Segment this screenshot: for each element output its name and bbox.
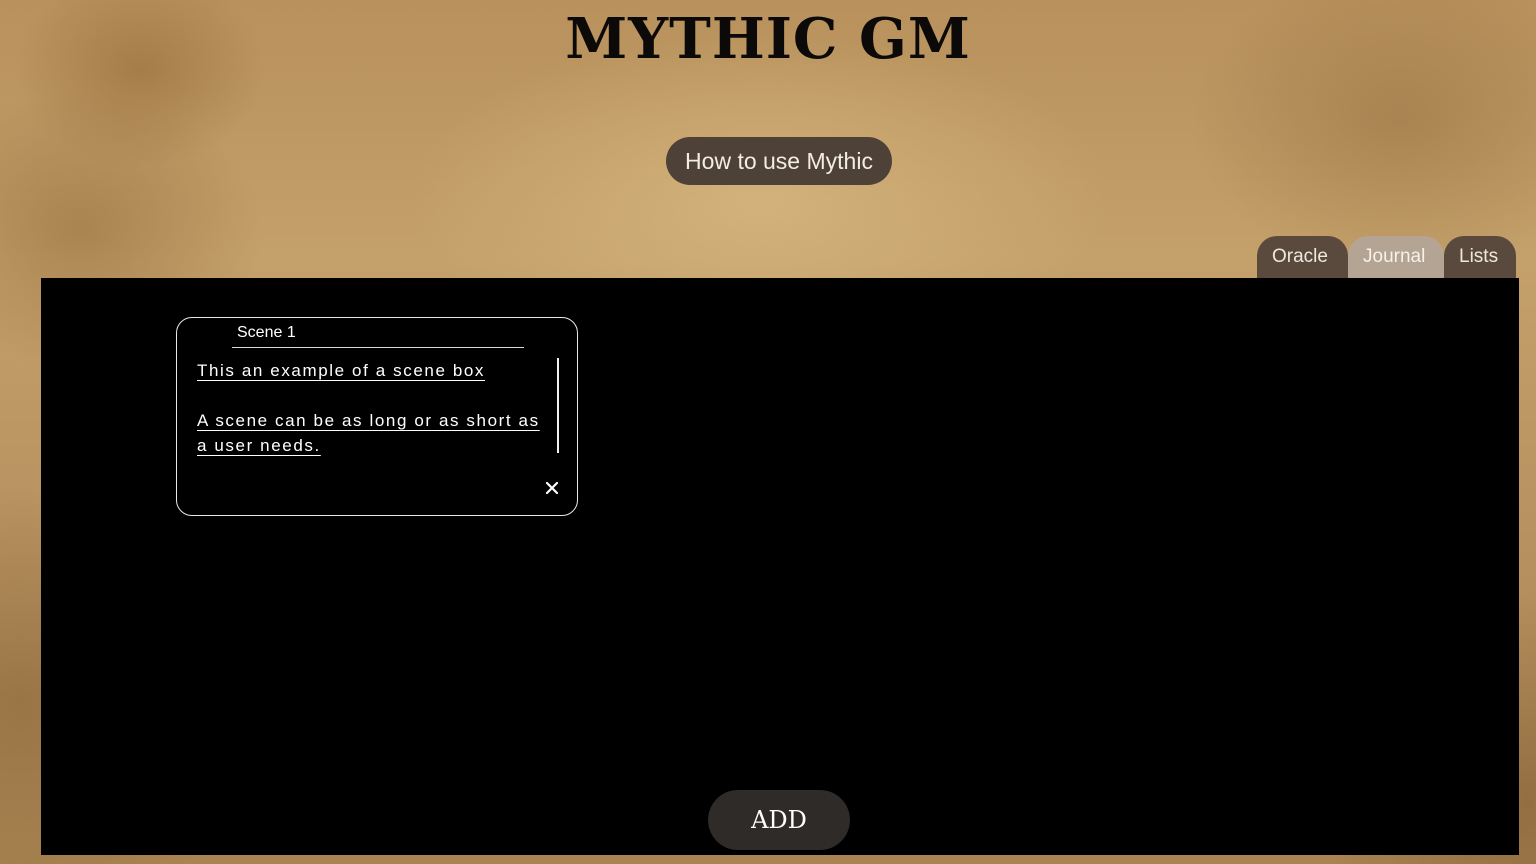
scene-scrollbar[interactable] [557, 358, 559, 453]
scene-paragraph: A scene can be as long or as short as a … [197, 411, 540, 455]
journal-panel: Scene 1 This an example of a scene box A… [41, 278, 1519, 855]
scene-box: Scene 1 This an example of a scene box A… [176, 317, 578, 516]
close-icon[interactable] [545, 481, 559, 495]
tab-oracle[interactable]: Oracle [1257, 236, 1348, 278]
app-title: MYTHIC GM [565, 6, 971, 72]
tab-bar: Oracle Journal Lists [1257, 236, 1516, 278]
scene-paragraph: This an example of a scene box [197, 361, 486, 380]
add-scene-button[interactable]: ADD SCENE [708, 790, 850, 850]
scene-title-input[interactable]: Scene 1 [232, 325, 524, 348]
scene-text-area[interactable]: This an example of a scene box A scene c… [197, 358, 553, 458]
tab-lists[interactable]: Lists [1444, 236, 1516, 278]
how-to-use-button[interactable]: How to use Mythic [666, 137, 892, 185]
tab-journal[interactable]: Journal [1348, 236, 1444, 278]
